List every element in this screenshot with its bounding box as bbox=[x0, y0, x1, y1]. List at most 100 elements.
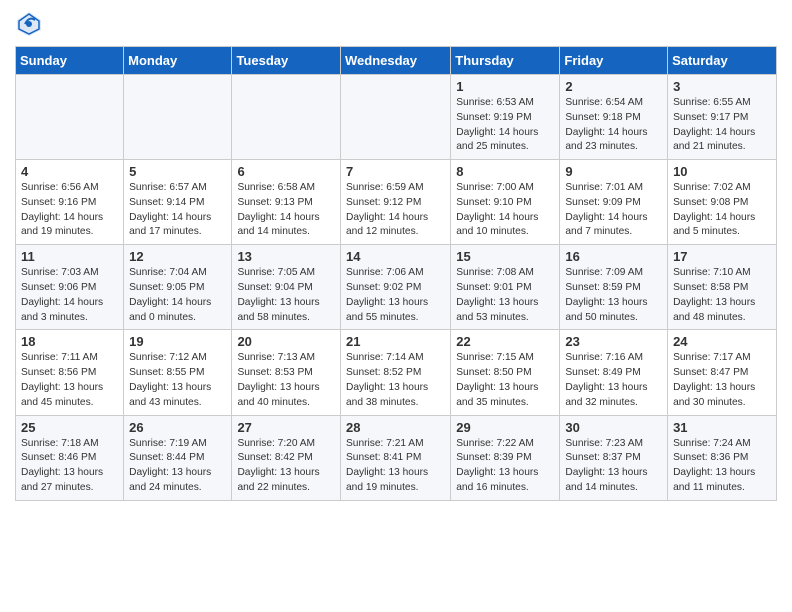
header-saturday: Saturday bbox=[668, 47, 777, 75]
day-info: Sunrise: 7:20 AM Sunset: 8:42 PM Dayligh… bbox=[237, 437, 335, 496]
calendar-cell: 8 Sunrise: 7:00 AM Sunset: 9:10 PM Daylig… bbox=[451, 160, 560, 245]
calendar-cell: 30 Sunrise: 7:23 AM Sunset: 8:37 PM Dayli… bbox=[560, 415, 668, 500]
day-number: 7 bbox=[346, 164, 445, 179]
day-info: Sunrise: 6:55 AM Sunset: 9:17 PM Dayligh… bbox=[673, 96, 771, 155]
day-info: Sunrise: 6:54 AM Sunset: 9:18 PM Dayligh… bbox=[565, 96, 662, 155]
header-sunday: Sunday bbox=[16, 47, 124, 75]
day-info: Sunrise: 7:05 AM Sunset: 9:04 PM Dayligh… bbox=[237, 266, 335, 325]
calendar-cell: 31 Sunrise: 7:24 AM Sunset: 8:36 PM Dayli… bbox=[668, 415, 777, 500]
calendar-cell: 24 Sunrise: 7:17 AM Sunset: 8:47 PM Dayli… bbox=[668, 330, 777, 415]
week-row-2: 4Sunrise: 6:56 AM Sunset: 9:16 PM Daylig… bbox=[16, 160, 777, 245]
day-number: 11 bbox=[21, 249, 118, 264]
day-info: Sunrise: 7:15 AM Sunset: 8:50 PM Dayligh… bbox=[456, 351, 554, 410]
calendar-cell: 9 Sunrise: 7:01 AM Sunset: 9:09 PM Daylig… bbox=[560, 160, 668, 245]
day-info: Sunrise: 7:02 AM Sunset: 9:08 PM Dayligh… bbox=[673, 181, 771, 240]
day-number: 12 bbox=[129, 249, 226, 264]
calendar-cell: 20 Sunrise: 7:13 AM Sunset: 8:53 PM Dayli… bbox=[232, 330, 341, 415]
calendar-cell bbox=[341, 75, 451, 160]
calendar-cell: 22 Sunrise: 7:15 AM Sunset: 8:50 PM Dayli… bbox=[451, 330, 560, 415]
calendar-cell: 3 Sunrise: 6:55 AM Sunset: 9:17 PM Daylig… bbox=[668, 75, 777, 160]
day-number: 22 bbox=[456, 334, 554, 349]
day-number: 9 bbox=[565, 164, 662, 179]
day-number: 23 bbox=[565, 334, 662, 349]
day-info: Sunrise: 7:06 AM Sunset: 9:02 PM Dayligh… bbox=[346, 266, 445, 325]
calendar-cell: 1Sunrise: 6:53 AM Sunset: 9:19 PM Daylig… bbox=[451, 75, 560, 160]
calendar-cell: 28 Sunrise: 7:21 AM Sunset: 8:41 PM Dayli… bbox=[341, 415, 451, 500]
day-info: Sunrise: 7:11 AM Sunset: 8:56 PM Dayligh… bbox=[21, 351, 118, 410]
day-number: 30 bbox=[565, 420, 662, 435]
day-number: 6 bbox=[237, 164, 335, 179]
day-number: 10 bbox=[673, 164, 771, 179]
day-number: 15 bbox=[456, 249, 554, 264]
logo-icon bbox=[15, 10, 43, 38]
week-row-5: 25 Sunrise: 7:18 AM Sunset: 8:46 PM Dayli… bbox=[16, 415, 777, 500]
calendar-cell: 12 Sunrise: 7:04 AM Sunset: 9:05 PM Dayli… bbox=[124, 245, 232, 330]
calendar-cell: 27 Sunrise: 7:20 AM Sunset: 8:42 PM Dayli… bbox=[232, 415, 341, 500]
day-info: Sunrise: 7:23 AM Sunset: 8:37 PM Dayligh… bbox=[565, 437, 662, 496]
day-number: 3 bbox=[673, 79, 771, 94]
calendar-cell bbox=[232, 75, 341, 160]
day-info: Sunrise: 7:03 AM Sunset: 9:06 PM Dayligh… bbox=[21, 266, 118, 325]
day-info: Sunrise: 7:18 AM Sunset: 8:46 PM Dayligh… bbox=[21, 437, 118, 496]
day-number: 24 bbox=[673, 334, 771, 349]
day-info: Sunrise: 6:57 AM Sunset: 9:14 PM Dayligh… bbox=[129, 181, 226, 240]
day-number: 26 bbox=[129, 420, 226, 435]
day-number: 19 bbox=[129, 334, 226, 349]
logo bbox=[15, 10, 47, 38]
calendar-cell: 6 Sunrise: 6:58 AM Sunset: 9:13 PM Daylig… bbox=[232, 160, 341, 245]
calendar-cell: 29 Sunrise: 7:22 AM Sunset: 8:39 PM Dayli… bbox=[451, 415, 560, 500]
day-info: Sunrise: 6:59 AM Sunset: 9:12 PM Dayligh… bbox=[346, 181, 445, 240]
day-info: Sunrise: 7:10 AM Sunset: 8:58 PM Dayligh… bbox=[673, 266, 771, 325]
calendar-header: SundayMondayTuesdayWednesdayThursdayFrid… bbox=[16, 47, 777, 75]
calendar-cell: 18 Sunrise: 7:11 AM Sunset: 8:56 PM Dayli… bbox=[16, 330, 124, 415]
calendar-cell: 15 Sunrise: 7:08 AM Sunset: 9:01 PM Dayli… bbox=[451, 245, 560, 330]
calendar-table: SundayMondayTuesdayWednesdayThursdayFrid… bbox=[15, 46, 777, 501]
page-header bbox=[15, 10, 777, 38]
day-info: Sunrise: 7:09 AM Sunset: 8:59 PM Dayligh… bbox=[565, 266, 662, 325]
day-number: 8 bbox=[456, 164, 554, 179]
day-info: Sunrise: 7:14 AM Sunset: 8:52 PM Dayligh… bbox=[346, 351, 445, 410]
day-info: Sunrise: 7:08 AM Sunset: 9:01 PM Dayligh… bbox=[456, 266, 554, 325]
day-info: Sunrise: 7:22 AM Sunset: 8:39 PM Dayligh… bbox=[456, 437, 554, 496]
day-number: 25 bbox=[21, 420, 118, 435]
day-number: 13 bbox=[237, 249, 335, 264]
calendar-cell: 16 Sunrise: 7:09 AM Sunset: 8:59 PM Dayli… bbox=[560, 245, 668, 330]
calendar-cell: 2Sunrise: 6:54 AM Sunset: 9:18 PM Daylig… bbox=[560, 75, 668, 160]
calendar-cell: 21 Sunrise: 7:14 AM Sunset: 8:52 PM Dayli… bbox=[341, 330, 451, 415]
day-info: Sunrise: 6:58 AM Sunset: 9:13 PM Dayligh… bbox=[237, 181, 335, 240]
calendar-cell: 17 Sunrise: 7:10 AM Sunset: 8:58 PM Dayli… bbox=[668, 245, 777, 330]
calendar-cell: 10 Sunrise: 7:02 AM Sunset: 9:08 PM Dayli… bbox=[668, 160, 777, 245]
header-tuesday: Tuesday bbox=[232, 47, 341, 75]
day-number: 21 bbox=[346, 334, 445, 349]
calendar-cell: 19Sunrise: 7:12 AM Sunset: 8:55 PM Dayli… bbox=[124, 330, 232, 415]
week-row-4: 18 Sunrise: 7:11 AM Sunset: 8:56 PM Dayli… bbox=[16, 330, 777, 415]
day-info: Sunrise: 7:19 AM Sunset: 8:44 PM Dayligh… bbox=[129, 437, 226, 496]
calendar-body: 1Sunrise: 6:53 AM Sunset: 9:19 PM Daylig… bbox=[16, 75, 777, 501]
day-number: 18 bbox=[21, 334, 118, 349]
header-row: SundayMondayTuesdayWednesdayThursdayFrid… bbox=[16, 47, 777, 75]
header-thursday: Thursday bbox=[451, 47, 560, 75]
day-info: Sunrise: 7:01 AM Sunset: 9:09 PM Dayligh… bbox=[565, 181, 662, 240]
day-info: Sunrise: 7:21 AM Sunset: 8:41 PM Dayligh… bbox=[346, 437, 445, 496]
day-number: 27 bbox=[237, 420, 335, 435]
calendar-cell: 23Sunrise: 7:16 AM Sunset: 8:49 PM Dayli… bbox=[560, 330, 668, 415]
day-number: 28 bbox=[346, 420, 445, 435]
calendar-cell: 5Sunrise: 6:57 AM Sunset: 9:14 PM Daylig… bbox=[124, 160, 232, 245]
day-info: Sunrise: 6:56 AM Sunset: 9:16 PM Dayligh… bbox=[21, 181, 118, 240]
day-number: 20 bbox=[237, 334, 335, 349]
day-number: 29 bbox=[456, 420, 554, 435]
day-number: 14 bbox=[346, 249, 445, 264]
calendar-cell: 4Sunrise: 6:56 AM Sunset: 9:16 PM Daylig… bbox=[16, 160, 124, 245]
day-number: 17 bbox=[673, 249, 771, 264]
calendar-cell: 7 Sunrise: 6:59 AM Sunset: 9:12 PM Daylig… bbox=[341, 160, 451, 245]
header-wednesday: Wednesday bbox=[341, 47, 451, 75]
day-number: 16 bbox=[565, 249, 662, 264]
day-info: Sunrise: 6:53 AM Sunset: 9:19 PM Dayligh… bbox=[456, 96, 554, 155]
day-info: Sunrise: 7:24 AM Sunset: 8:36 PM Dayligh… bbox=[673, 437, 771, 496]
day-info: Sunrise: 7:04 AM Sunset: 9:05 PM Dayligh… bbox=[129, 266, 226, 325]
day-info: Sunrise: 7:00 AM Sunset: 9:10 PM Dayligh… bbox=[456, 181, 554, 240]
day-info: Sunrise: 7:17 AM Sunset: 8:47 PM Dayligh… bbox=[673, 351, 771, 410]
day-number: 31 bbox=[673, 420, 771, 435]
calendar-cell bbox=[124, 75, 232, 160]
day-info: Sunrise: 7:13 AM Sunset: 8:53 PM Dayligh… bbox=[237, 351, 335, 410]
